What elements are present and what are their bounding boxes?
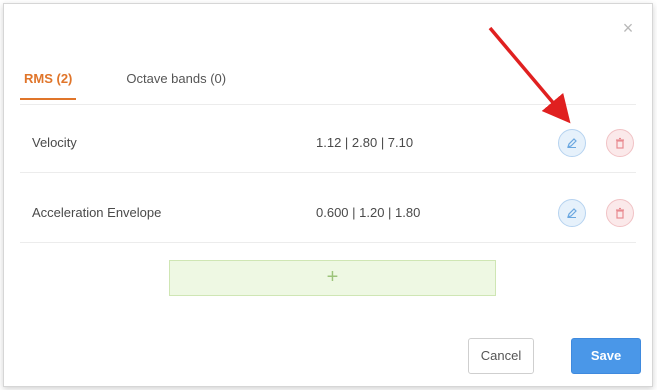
save-button[interactable]: Save <box>571 338 641 374</box>
cancel-button[interactable]: Cancel <box>468 338 534 374</box>
row-values: 0.600 | 1.20 | 1.80 <box>316 205 421 220</box>
row-name: Acceleration Envelope <box>32 205 162 220</box>
trash-icon <box>616 137 624 149</box>
tab-rms[interactable]: RMS (2) <box>20 70 77 100</box>
close-icon[interactable]: × <box>618 18 638 38</box>
pencil-icon <box>567 208 577 218</box>
edit-button[interactable] <box>558 129 586 157</box>
table-row: Velocity 1.12 | 2.80 | 7.10 <box>20 114 636 173</box>
row-values: 1.12 | 2.80 | 7.10 <box>316 135 414 150</box>
trash-icon <box>616 207 624 219</box>
tab-octave-bands[interactable]: Octave bands (0) <box>122 70 230 100</box>
add-row-button[interactable]: + <box>169 260 496 296</box>
tab-bar: RMS (2) Octave bands (0) <box>20 70 230 102</box>
row-name: Velocity <box>32 135 77 150</box>
table-row: Acceleration Envelope 0.600 | 1.20 | 1.8… <box>20 184 636 243</box>
pencil-icon <box>567 138 577 148</box>
delete-button[interactable] <box>606 129 634 157</box>
edit-button[interactable] <box>558 199 586 227</box>
tab-divider <box>20 104 636 105</box>
edit-dialog: × RMS (2) Octave bands (0) Velocity 1.12… <box>3 3 653 387</box>
delete-button[interactable] <box>606 199 634 227</box>
